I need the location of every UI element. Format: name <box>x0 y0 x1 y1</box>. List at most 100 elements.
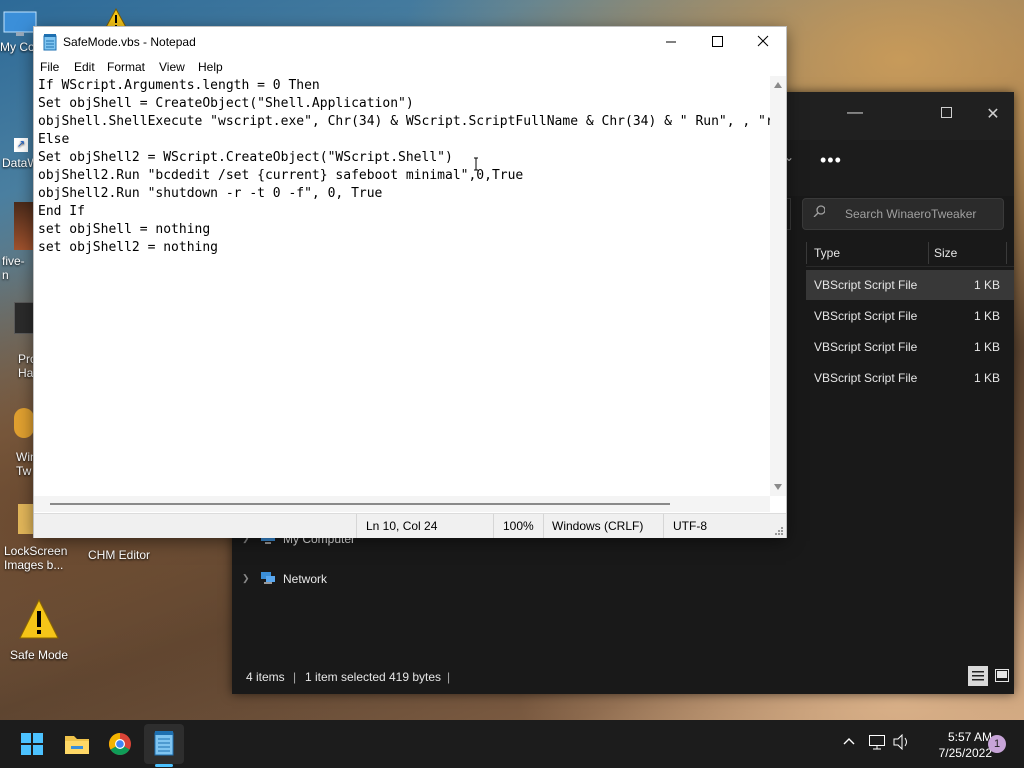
monitor-icon <box>2 8 38 38</box>
desktop-icon-label: LockScreen Images b... <box>4 544 68 572</box>
windows-logo-icon <box>21 733 43 755</box>
column-header-size[interactable]: Size <box>934 246 957 260</box>
status-separator: | <box>447 670 451 684</box>
item-count: 4 items <box>246 670 285 684</box>
shortcut-arrow-icon: ↗ <box>14 138 28 152</box>
desktop-icon-safe-mode[interactable]: Safe Mode <box>4 598 74 662</box>
show-hidden-icons-button[interactable] <box>842 734 856 751</box>
network-status-button[interactable] <box>868 734 886 753</box>
tiles-view-icon <box>995 669 1009 682</box>
minimize-button[interactable]: — <box>832 104 878 122</box>
file-explorer-taskbar-button[interactable] <box>57 724 97 764</box>
notepad-titlebar[interactable]: SafeMode.vbs - Notepad <box>34 27 786 58</box>
notepad-icon <box>43 34 57 51</box>
file-size: 1 KB <box>973 340 1000 354</box>
search-input[interactable]: Search WinaeroTweaker <box>802 198 1004 230</box>
network-icon <box>869 735 885 750</box>
details-view-button[interactable] <box>968 666 988 686</box>
maximize-button[interactable] <box>924 106 970 124</box>
chevron-right-icon[interactable]: ❯ <box>242 573 250 584</box>
clock-button[interactable]: 5:57 AM 7/25/2022 <box>920 729 992 761</box>
close-button[interactable] <box>740 27 786 57</box>
taskbar: 5:57 AM 7/25/2022 <box>0 720 1024 768</box>
chevron-up-icon <box>843 738 855 745</box>
vertical-scrollbar[interactable] <box>770 76 786 496</box>
file-size: 1 KB <box>973 278 1000 292</box>
warning-icon <box>19 598 59 642</box>
network-icon <box>261 572 275 584</box>
column-header-type[interactable]: Type <box>814 246 840 260</box>
code-line: objShell2.Run "bcdedit /set {current} sa… <box>38 168 524 183</box>
file-type: VBScript Script File <box>814 371 918 385</box>
notepad-status-bar: Ln 10, Col 24 100% Windows (CRLF) UTF-8 <box>34 513 786 538</box>
volume-button[interactable] <box>892 733 910 753</box>
desktop-icon-label: CHM Editor <box>87 548 150 562</box>
file-row[interactable]: VBScript Script File 1 KB <box>806 332 1014 362</box>
column-divider[interactable] <box>928 242 929 264</box>
status-separator: | <box>293 670 297 684</box>
text-cursor-icon <box>474 157 478 171</box>
code-line: set objShell2 = nothing <box>38 240 219 255</box>
search-placeholder: Search WinaeroTweaker <box>845 207 977 221</box>
thumbnail-view-button[interactable] <box>992 666 1012 686</box>
notification-badge[interactable]: 1 <box>988 735 1006 753</box>
code-line: If WScript.Arguments.length = 0 Then <box>38 78 320 93</box>
menu-file[interactable]: File <box>40 60 59 74</box>
clock-date: 7/25/2022 <box>938 746 992 760</box>
column-divider[interactable] <box>1006 242 1007 264</box>
app-icon <box>14 302 36 334</box>
menu-bar: File Edit Format View Help <box>34 58 786 76</box>
more-options-button[interactable]: ••• <box>820 150 842 171</box>
code-line: objShell2.Run "shutdown -r -t 0 -f", 0, … <box>38 186 383 201</box>
file-type: VBScript Script File <box>814 340 918 354</box>
file-row[interactable]: VBScript Script File 1 KB <box>806 363 1014 393</box>
maximize-icon <box>941 107 952 118</box>
explorer-status-bar: 4 items | 1 item selected 419 bytes | <box>232 660 1014 694</box>
code-line: Else <box>38 132 70 147</box>
notepad-window[interactable]: SafeMode.vbs - Notepad File Edit Format … <box>34 27 786 538</box>
image-thumbnail-icon <box>14 202 34 250</box>
menu-help[interactable]: Help <box>198 60 223 74</box>
close-button[interactable]: ✕ <box>970 104 1016 124</box>
selection-count: 1 item selected <box>305 670 386 684</box>
desktop-icon-label: Safe Mode <box>9 648 69 662</box>
scrollbar-thumb[interactable] <box>50 503 670 505</box>
menu-edit[interactable]: Edit <box>74 60 95 74</box>
minimize-button[interactable] <box>648 27 694 57</box>
maximize-button[interactable] <box>694 27 740 57</box>
cursor-position: Ln 10, Col 24 <box>366 519 438 533</box>
file-row[interactable]: VBScript Script File 1 KB <box>806 301 1014 331</box>
selection-size: 419 bytes <box>389 670 442 684</box>
column-divider[interactable] <box>806 242 807 264</box>
nav-item-network[interactable]: ❯ Network <box>232 566 388 592</box>
file-type: VBScript Script File <box>814 309 918 323</box>
clock-time: 5:57 AM <box>947 730 992 744</box>
notepad-icon <box>154 731 174 756</box>
nav-item-label: Network <box>283 572 328 586</box>
maximize-icon <box>712 36 723 47</box>
scroll-down-icon[interactable] <box>774 484 782 490</box>
resize-grip-icon[interactable] <box>774 526 784 536</box>
text-editor[interactable]: If WScript.Arguments.length = 0 Then Set… <box>34 76 770 496</box>
desktop-icon-chm-editor[interactable]: CHM Editor <box>82 548 156 562</box>
address-bar-edge[interactable] <box>786 198 791 230</box>
folder-icon <box>65 736 89 754</box>
start-button[interactable] <box>12 724 52 764</box>
list-view-icon <box>972 671 984 681</box>
file-list-header: Type Size <box>806 240 1014 267</box>
menu-view[interactable]: View <box>159 60 185 74</box>
zoom-level: 100% <box>503 519 534 533</box>
chrome-icon <box>109 733 131 755</box>
scroll-up-icon[interactable] <box>774 82 782 88</box>
desktop-icon-label: five-n <box>2 254 25 282</box>
menu-format[interactable]: Format <box>107 60 145 74</box>
file-row[interactable]: VBScript Script File 1 KB <box>806 270 1014 300</box>
file-size: 1 KB <box>973 371 1000 385</box>
notepad-taskbar-button[interactable] <box>144 724 184 764</box>
code-line: Set objShell = CreateObject("Shell.Appli… <box>38 96 414 111</box>
code-line: End If <box>38 204 85 219</box>
minimize-icon <box>666 41 676 43</box>
app-icon <box>14 408 34 438</box>
horizontal-scrollbar[interactable] <box>34 496 770 512</box>
chrome-taskbar-button[interactable] <box>100 724 140 764</box>
